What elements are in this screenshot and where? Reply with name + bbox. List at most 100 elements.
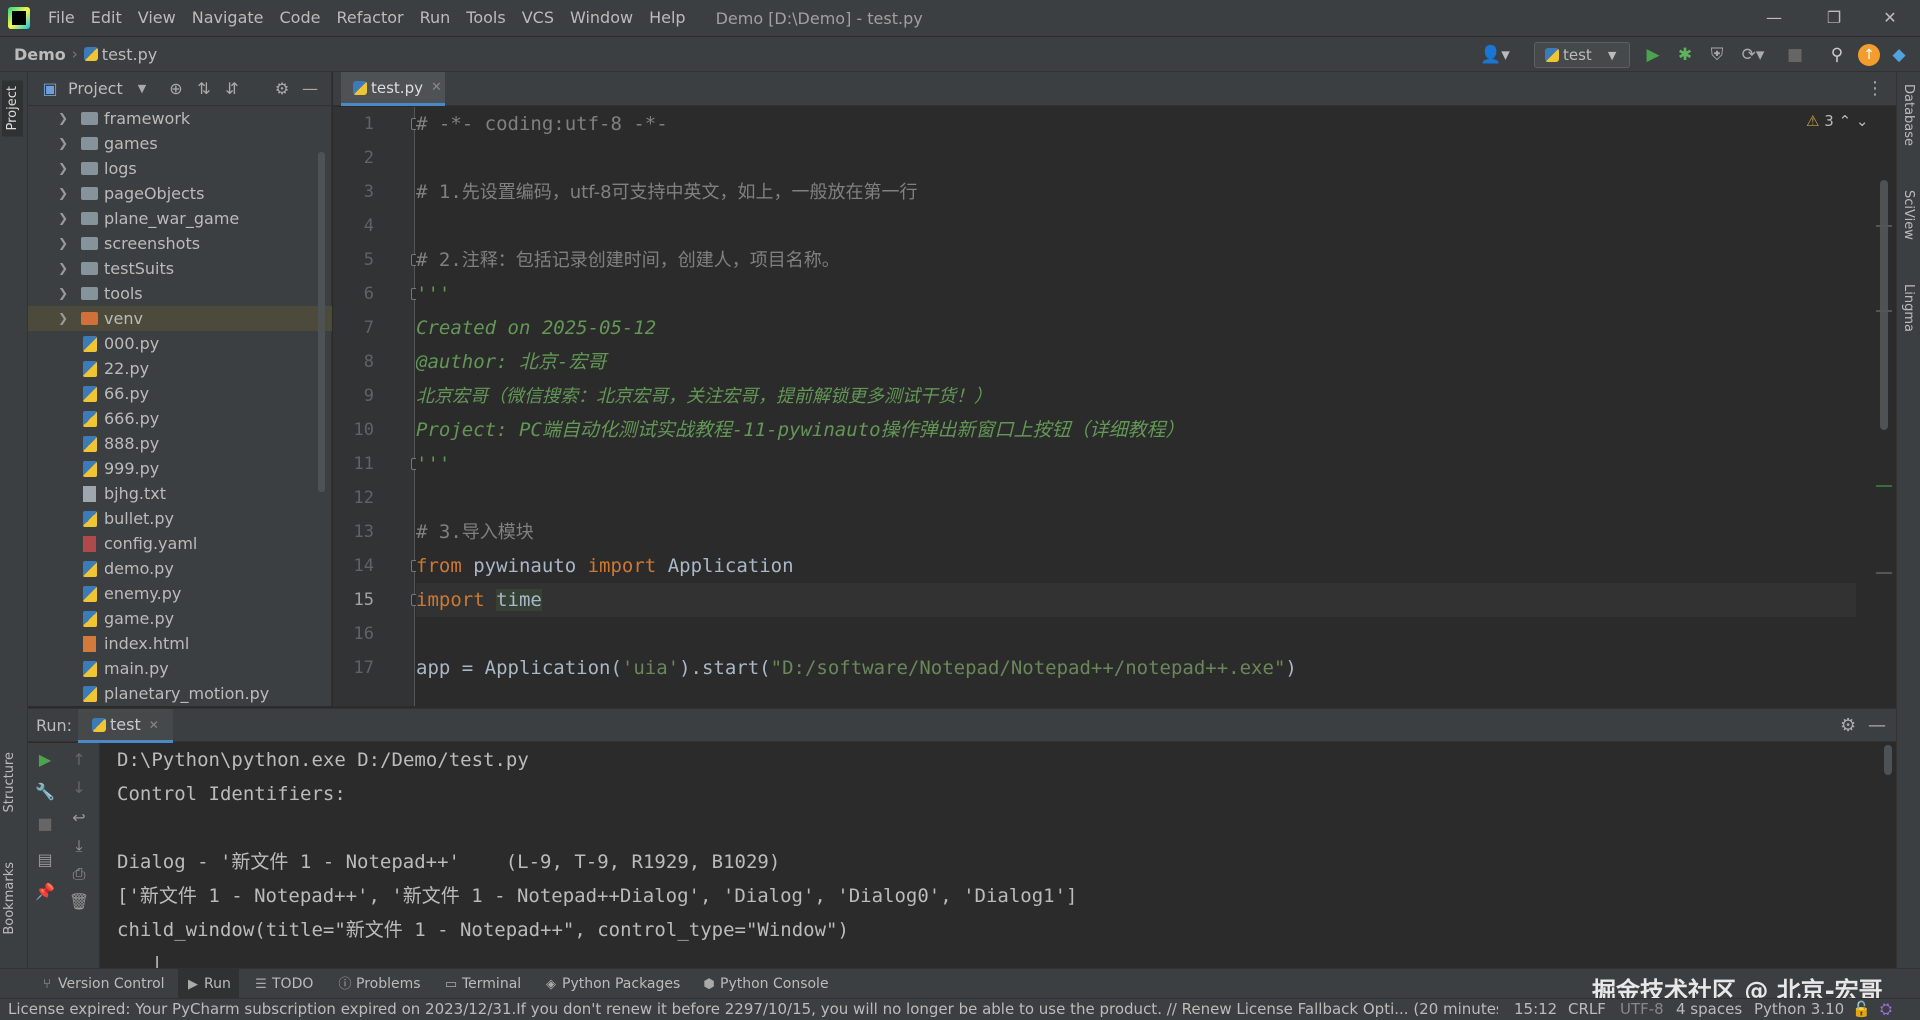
- soft-wrap-icon[interactable]: ↩: [68, 807, 90, 829]
- tool-problems[interactable]: ⓘ Problems: [338, 969, 420, 999]
- run-tab-test[interactable]: test ✕: [78, 709, 173, 743]
- chevron-right-icon[interactable]: ❯: [58, 231, 68, 256]
- menu-edit[interactable]: Edit: [83, 0, 130, 36]
- project-tree-item[interactable]: main.py: [28, 656, 332, 681]
- collapse-all-icon[interactable]: ⇵: [222, 79, 242, 99]
- console-scrollbar[interactable]: [1884, 745, 1892, 775]
- chevron-right-icon[interactable]: ❯: [58, 181, 68, 206]
- menu-tools[interactable]: Tools: [458, 0, 513, 36]
- code-editor[interactable]: # -*- coding:utf-8 -*- # 1.先设置编码，utf-8可支…: [416, 107, 1870, 706]
- project-tree-item[interactable]: bjhg.txt: [28, 481, 332, 506]
- line-separator[interactable]: CRLF: [1568, 1000, 1606, 1018]
- interpreter-setting[interactable]: Python 3.10: [1754, 1000, 1844, 1018]
- project-tree-item[interactable]: 666.py: [28, 406, 332, 431]
- menu-run[interactable]: Run: [412, 0, 459, 36]
- project-tree-item[interactable]: bullet.py: [28, 506, 332, 531]
- project-tree-item[interactable]: 999.py: [28, 456, 332, 481]
- editor-scrollbar[interactable]: [1880, 180, 1888, 430]
- tool-tab-bookmarks[interactable]: Bookmarks: [2, 862, 17, 935]
- print-icon[interactable]: ⎙: [68, 863, 90, 885]
- indent-setting[interactable]: 4 spaces: [1676, 1000, 1742, 1018]
- chevron-right-icon[interactable]: ❯: [58, 281, 68, 306]
- tool-run[interactable]: ▶ Run: [178, 969, 239, 999]
- inspection-widget[interactable]: ⚠ 3 ⌃ ⌄: [1806, 112, 1869, 130]
- stop-icon[interactable]: ■: [1784, 44, 1806, 66]
- project-tree-item[interactable]: ❯ pageObjects: [28, 181, 332, 206]
- plugin-icon[interactable]: ◆: [1888, 44, 1910, 66]
- tool-tab-sciview[interactable]: SciView: [1901, 190, 1916, 240]
- run-console-output[interactable]: D:\Python\python.exe D:/Demo/test.py Con…: [101, 743, 1896, 968]
- lock-icon[interactable]: 🔓: [1852, 1000, 1871, 1018]
- chevron-right-icon[interactable]: ❯: [58, 156, 68, 181]
- coverage-icon[interactable]: ⛨: [1706, 44, 1728, 66]
- chevron-right-icon[interactable]: ❯: [58, 131, 68, 156]
- debug-icon[interactable]: ✱: [1674, 44, 1696, 66]
- menu-vcs[interactable]: VCS: [514, 0, 562, 36]
- expand-all-icon[interactable]: ⇅: [194, 79, 214, 99]
- chevron-down-icon[interactable]: ▼: [132, 79, 152, 99]
- gear-icon[interactable]: ⚙: [272, 79, 292, 99]
- chevron-right-icon[interactable]: ❯: [58, 206, 68, 231]
- tool-tab-structure[interactable]: Structure: [2, 752, 17, 812]
- tool-todo[interactable]: ☰ TODO: [254, 969, 313, 999]
- project-tree-item[interactable]: 000.py: [28, 331, 332, 356]
- menu-view[interactable]: View: [130, 0, 184, 36]
- menu-navigate[interactable]: Navigate: [184, 0, 272, 36]
- project-tree-item[interactable]: 66.py: [28, 381, 332, 406]
- tool-tab-project[interactable]: Project: [2, 80, 23, 137]
- project-view-selector[interactable]: Project: [68, 79, 123, 98]
- chevron-right-icon[interactable]: ❯: [58, 256, 68, 281]
- project-tree-item[interactable]: index.html: [28, 631, 332, 656]
- tool-tab-database[interactable]: Database: [1901, 84, 1916, 146]
- scroll-to-end-icon[interactable]: ⤓: [68, 835, 90, 857]
- hide-panel-icon[interactable]: —: [1868, 715, 1886, 736]
- menu-help[interactable]: Help: [641, 0, 693, 36]
- project-tree-item[interactable]: ❯ venv: [28, 306, 332, 331]
- menu-window[interactable]: Window: [562, 0, 641, 36]
- project-tree-item[interactable]: game.py: [28, 606, 332, 631]
- arrow-up-icon[interactable]: ↑: [68, 749, 90, 771]
- project-tree-item[interactable]: ❯ logs: [28, 156, 332, 181]
- project-tree-item[interactable]: ❯ tools: [28, 281, 332, 306]
- restore-icon[interactable]: ❐: [1804, 0, 1864, 36]
- project-tree-item[interactable]: ❯ testSuits: [28, 256, 332, 281]
- search-icon[interactable]: ⚲: [1826, 44, 1848, 66]
- chevron-up-icon[interactable]: ⌃: [1839, 112, 1852, 130]
- project-tree-item[interactable]: enemy.py: [28, 581, 332, 606]
- project-tree-item[interactable]: planetary_motion.py: [28, 681, 332, 706]
- project-tree-scrollbar[interactable]: [318, 152, 325, 492]
- tool-tab-lingma[interactable]: Lingma: [1901, 284, 1916, 332]
- gear-icon[interactable]: ⚙: [1840, 715, 1856, 736]
- menu-refactor[interactable]: Refactor: [328, 0, 411, 36]
- chevron-right-icon[interactable]: ❯: [58, 106, 68, 131]
- chevron-right-icon[interactable]: ❯: [58, 306, 68, 331]
- wrench-icon[interactable]: 🔧: [34, 781, 56, 803]
- editor-tab-test-py[interactable]: test.py ✕: [341, 72, 445, 106]
- project-tree-item[interactable]: demo.py: [28, 556, 332, 581]
- chevron-down-icon[interactable]: ⌄: [1856, 112, 1869, 130]
- project-tree-item[interactable]: config.yaml: [28, 531, 332, 556]
- project-tree-item[interactable]: ❯ screenshots: [28, 231, 332, 256]
- update-icon[interactable]: ↑: [1858, 44, 1880, 66]
- minimize-icon[interactable]: —: [1744, 0, 1804, 36]
- project-tree-item[interactable]: ❯ framework: [28, 106, 332, 131]
- stop-icon[interactable]: ■: [34, 813, 56, 835]
- run-config-selector[interactable]: test ▼: [1534, 42, 1630, 68]
- close-window-icon[interactable]: ✕: [1860, 0, 1920, 36]
- profile-icon[interactable]: ⟳▾: [1738, 44, 1768, 66]
- hide-panel-icon[interactable]: —: [300, 79, 320, 99]
- tool-terminal[interactable]: ▭ Terminal: [444, 969, 521, 999]
- rerun-icon[interactable]: ▶: [34, 749, 56, 771]
- breadcrumb-project[interactable]: Demo: [14, 45, 66, 64]
- file-encoding[interactable]: UTF-8: [1620, 1000, 1664, 1018]
- trash-icon[interactable]: 🗑: [68, 891, 90, 913]
- tabs-menu-icon[interactable]: ⋮: [1866, 78, 1884, 99]
- project-tree-item[interactable]: ❯ games: [28, 131, 332, 156]
- close-tab-icon[interactable]: ✕: [431, 80, 442, 95]
- menu-file[interactable]: File: [40, 0, 83, 36]
- menu-code[interactable]: Code: [272, 0, 329, 36]
- breadcrumb-file[interactable]: test.py: [102, 45, 157, 64]
- tool-python-packages[interactable]: ◈ Python Packages: [544, 969, 680, 999]
- run-icon[interactable]: ▶: [1642, 44, 1664, 66]
- close-tab-icon[interactable]: ✕: [149, 718, 159, 732]
